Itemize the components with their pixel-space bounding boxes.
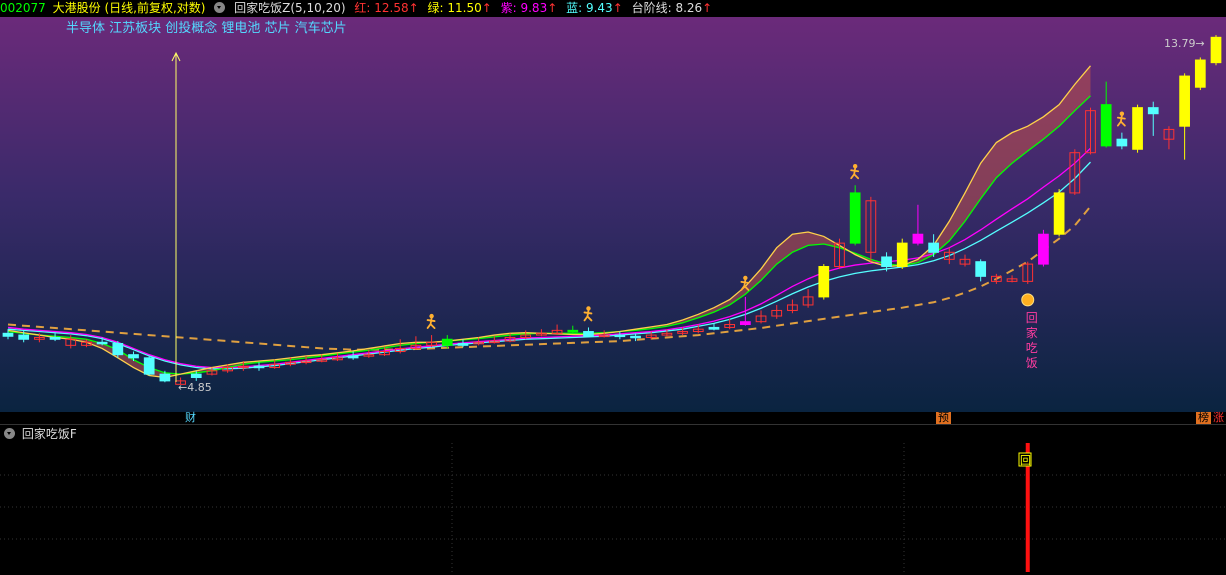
legend-blue-label: 蓝:	[566, 1, 583, 15]
candle-body	[583, 331, 594, 337]
legend-red: 红: 12.58↑	[354, 1, 418, 15]
candle-body	[1210, 36, 1222, 64]
signal-char: 家	[1026, 325, 1038, 340]
candle-body	[912, 233, 924, 244]
legend-purple-label: 紫:	[500, 1, 517, 15]
sub-indicator-dropdown-icon[interactable]	[4, 428, 15, 439]
tag-zhang[interactable]: 涨	[1211, 412, 1226, 424]
candle-body	[849, 192, 861, 244]
legend-green: 绿: 11.50↑	[427, 1, 491, 15]
signal-char: 回	[1026, 311, 1038, 325]
candle-body	[2, 332, 14, 337]
tag-yu[interactable]: 预	[936, 412, 951, 424]
tag-cai[interactable]: 财	[183, 412, 198, 424]
legend-purple-arrow: ↑	[547, 1, 558, 15]
high-price-label: 13.79→	[1164, 37, 1205, 50]
money-bag-icon	[1021, 293, 1035, 307]
chart-background	[0, 17, 1226, 412]
candle-body	[347, 355, 359, 359]
candlestick-chart[interactable]: 半导体 江苏板块 创投概念 锂电池 芯片 汽车芯片 ←4.85 13.79→ 回…	[0, 17, 1226, 412]
candle-body	[975, 261, 987, 277]
legend-green-value: 11.50	[447, 1, 482, 15]
candle-body	[457, 343, 469, 346]
sub-indicator-chart: 回	[0, 443, 1226, 572]
candle-body	[708, 326, 720, 330]
indicator-dropdown-icon[interactable]	[214, 2, 226, 13]
indicator-name[interactable]: 回家吃饭Z(5,10,20)	[234, 1, 345, 15]
candle-body	[96, 341, 108, 345]
tag-bang[interactable]: 榜	[1196, 412, 1211, 424]
sub-panel-header: 回家吃饭F	[0, 424, 1226, 444]
candle-body	[49, 336, 61, 340]
signal-char: 吃	[1026, 341, 1038, 355]
legend-blue-arrow: ↑	[612, 1, 623, 15]
legend-step: 台阶线: 8.26↑	[632, 1, 713, 15]
low-price-value: 4.85	[187, 381, 212, 394]
candle-body	[18, 334, 30, 340]
candle-body	[190, 373, 202, 378]
chart-mode: (日线,前复权,对数)	[104, 1, 206, 15]
candle-body	[567, 329, 579, 333]
signal-text-column: 回家吃饭	[1026, 311, 1038, 370]
concept-tags: 半导体 江苏板块 创投概念 锂电池 芯片 汽车芯片	[66, 20, 347, 36]
candle-body	[143, 357, 155, 375]
candle-body	[253, 365, 265, 369]
candle-body	[441, 338, 453, 346]
sub-grid	[0, 443, 1226, 572]
candle-body	[112, 343, 124, 356]
legend-red-arrow: ↑	[408, 1, 419, 15]
candle-body	[1100, 104, 1112, 147]
candle-body	[928, 242, 939, 253]
top-info-bar: 002077 大港股份 (日线,前复权,对数) 回家吃饭Z(5,10,20) 红…	[0, 0, 1226, 17]
legend-step-label: 台阶线:	[631, 1, 672, 15]
legend-red-label: 红:	[354, 1, 371, 15]
candle-body	[1116, 138, 1128, 147]
candle-body	[1038, 233, 1049, 265]
candle-body	[818, 266, 830, 298]
candle-body	[159, 373, 171, 382]
sub-marker-label: 回	[1020, 454, 1031, 467]
date-tag-strip: 财 预 榜 涨	[0, 412, 1226, 424]
candle-body	[881, 256, 892, 268]
legend-green-label: 绿:	[427, 1, 444, 15]
sub-indicator-panel[interactable]: 回	[0, 443, 1226, 572]
legend-purple-value: 9.83	[520, 1, 548, 15]
candle-body	[1147, 107, 1159, 115]
stock-code: 002077	[0, 1, 46, 15]
candle-body	[896, 242, 908, 268]
candle-body	[614, 334, 626, 338]
main-chart-panel[interactable]: 半导体 江苏板块 创投概念 锂电池 芯片 汽车芯片 ←4.85 13.79→ 回…	[0, 17, 1226, 412]
candle-body	[1053, 192, 1065, 235]
legend-purple: 紫: 9.83↑	[501, 1, 558, 15]
stock-name: 大港股份	[52, 1, 101, 15]
legend-step-value: 8.26	[675, 1, 703, 15]
candle-body	[128, 354, 139, 359]
legend-blue-value: 9.43	[585, 1, 613, 15]
legend-step-arrow: ↑	[702, 1, 713, 15]
sub-indicator-name[interactable]: 回家吃饭F	[22, 427, 77, 441]
legend-blue: 蓝: 9.43↑	[566, 1, 623, 15]
legend-green-arrow: ↑	[481, 1, 492, 15]
legend-red-value: 12.58	[374, 1, 409, 15]
candle-body	[739, 321, 751, 326]
high-price-value: 13.79	[1164, 37, 1196, 50]
signal-char: 饭	[1026, 356, 1038, 370]
candle-body	[630, 335, 641, 339]
candle-body	[1132, 107, 1143, 150]
low-price-label: ←4.85	[178, 381, 212, 394]
candle-body	[1194, 59, 1206, 88]
candle-body	[1179, 75, 1190, 127]
